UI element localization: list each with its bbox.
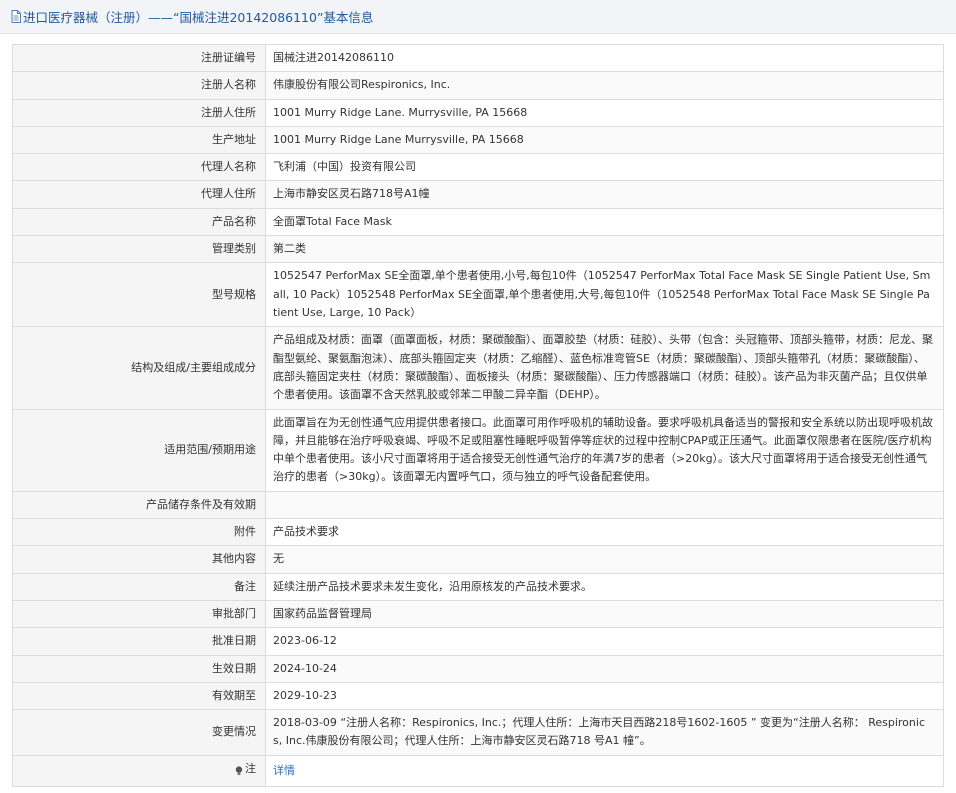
table-row: 有效期至 2029-10-23 bbox=[12, 681, 944, 711]
table-row: 型号规格 1052547 PerforMax SE全面罩,单个患者使用,小号,每包… bbox=[12, 262, 944, 328]
row-value: 产品组成及材质：面罩（面罩面板，材质：聚碳酸酯）、面罩胶垫（材质：硅胶）、头带（… bbox=[265, 326, 944, 410]
row-value: 飞利浦（中国）投资有限公司 bbox=[265, 153, 944, 182]
row-value: 1001 Murry Ridge Lane. Murrysville, PA 1… bbox=[265, 98, 944, 127]
row-label: 代理人名称 bbox=[12, 153, 266, 182]
lightbulb-icon bbox=[235, 764, 243, 775]
row-value: 伟康股份有限公司Respironics, Inc. bbox=[265, 71, 944, 100]
row-label: 变更情况 bbox=[12, 709, 266, 756]
table-row: 注册证编号 国械注进20142086110 bbox=[12, 43, 944, 73]
row-label: 生效日期 bbox=[12, 654, 266, 683]
table-row: 其他内容无 bbox=[12, 545, 944, 574]
row-label: 产品名称 bbox=[12, 207, 266, 237]
row-value: 产品技术要求 bbox=[265, 518, 944, 547]
row-label: 产品储存条件及有效期 bbox=[12, 490, 266, 520]
row-value: 此面罩旨在为无创性通气应用提供患者接口。此面罩可用作呼吸机的辅助设备。要求呼吸机… bbox=[265, 408, 944, 492]
row-label: 适用范围/预期用途 bbox=[12, 408, 266, 492]
table-row: 审批部门 国家药品监督管理局 bbox=[12, 599, 944, 629]
table-row: 注册人住所 1001 Murry Ridge Lane. Murrysville,… bbox=[12, 98, 944, 127]
row-value: 国家药品监督管理局 bbox=[265, 599, 944, 629]
table-row: 生效日期 2024-10-24 bbox=[12, 654, 944, 683]
row-value bbox=[265, 490, 944, 520]
row-value: 上海市静安区灵石路718号A1幢 bbox=[265, 180, 944, 209]
page-title: 进口医疗器械（注册）——“国械注进20142086110”基本信息 bbox=[23, 10, 374, 25]
table-row: 代理人名称 飞利浦（中国）投资有限公司 bbox=[12, 153, 944, 182]
table-row: 备注 延续注册产品技术要求未发生变化，沿用原核发的产品技术要求。 bbox=[12, 572, 944, 601]
row-label: 型号规格 bbox=[12, 262, 266, 328]
table-row: 批准日期 2023-06-12 bbox=[12, 627, 944, 656]
row-label: 生产地址 bbox=[12, 125, 266, 155]
row-value: 全面罩Total Face Mask bbox=[265, 207, 944, 237]
row-value: 2023-06-12 bbox=[265, 627, 944, 656]
row-label: 代理人住所 bbox=[12, 180, 266, 209]
table-row: 产品储存条件及有效期 bbox=[12, 490, 944, 520]
row-value: 延续注册产品技术要求未发生变化，沿用原核发的产品技术要求。 bbox=[265, 572, 944, 601]
row-label: 结构及组成/主要组成成分 bbox=[12, 326, 266, 410]
note-label-cell: 注 bbox=[12, 754, 266, 788]
table-row: 适用范围/预期用途 此面罩旨在为无创性通气应用提供患者接口。此面罩可用作呼吸机的辅… bbox=[12, 408, 944, 492]
row-label: 审批部门 bbox=[12, 599, 266, 629]
row-label: 附件 bbox=[12, 518, 266, 547]
row-label: 注册人住所 bbox=[12, 98, 266, 127]
row-value: 1052547 PerforMax SE全面罩,单个患者使用,小号,每包10件（… bbox=[265, 262, 944, 328]
table-row: 变更情况 2018-03-09 “注册人名称：Respironics, Inc.；… bbox=[12, 709, 944, 756]
row-value: 2029-10-23 bbox=[265, 681, 944, 711]
detail-link[interactable]: 详情 bbox=[273, 764, 295, 777]
row-label: 注册人名称 bbox=[12, 71, 266, 100]
table-row: 生产地址 1001 Murry Ridge Lane Murrysville, P… bbox=[12, 125, 944, 155]
note-value-cell: 详情 bbox=[265, 754, 944, 788]
table-row: 注册人名称 伟康股份有限公司Respironics, Inc. bbox=[12, 71, 944, 100]
note-label: 注 bbox=[245, 761, 256, 775]
table-row: 代理人住所 上海市静安区灵石路718号A1幢 bbox=[12, 180, 944, 209]
table-row-note: 注 详情 bbox=[12, 754, 944, 788]
row-label: 备注 bbox=[12, 572, 266, 601]
page-header: 进口医疗器械（注册）——“国械注进20142086110”基本信息 bbox=[0, 0, 956, 34]
row-value: 无 bbox=[265, 545, 944, 574]
row-label: 注册证编号 bbox=[12, 43, 266, 73]
info-table: 注册证编号 国械注进20142086110 注册人名称 伟康股份有限公司Respiro… bbox=[12, 43, 944, 788]
table-row: 结构及组成/主要组成成分 产品组成及材质：面罩（面罩面板，材质：聚碳酸酯）、面罩胶… bbox=[12, 326, 944, 410]
row-value: 国械注进20142086110 bbox=[265, 43, 944, 73]
document-icon bbox=[11, 10, 21, 23]
table-row: 附件 产品技术要求 bbox=[12, 518, 944, 547]
row-label: 管理类别 bbox=[12, 235, 266, 264]
table-row: 管理类别 第二类 bbox=[12, 235, 944, 264]
row-value: 2018-03-09 “注册人名称：Respironics, Inc.；代理人住… bbox=[265, 709, 944, 756]
row-value: 2024-10-24 bbox=[265, 654, 944, 683]
row-value: 1001 Murry Ridge Lane Murrysville, PA 15… bbox=[265, 125, 944, 155]
row-label: 批准日期 bbox=[12, 627, 266, 656]
row-value: 第二类 bbox=[265, 235, 944, 264]
row-label: 有效期至 bbox=[12, 681, 266, 711]
row-label: 其他内容 bbox=[12, 545, 266, 574]
table-row: 产品名称 全面罩Total Face Mask bbox=[12, 207, 944, 237]
